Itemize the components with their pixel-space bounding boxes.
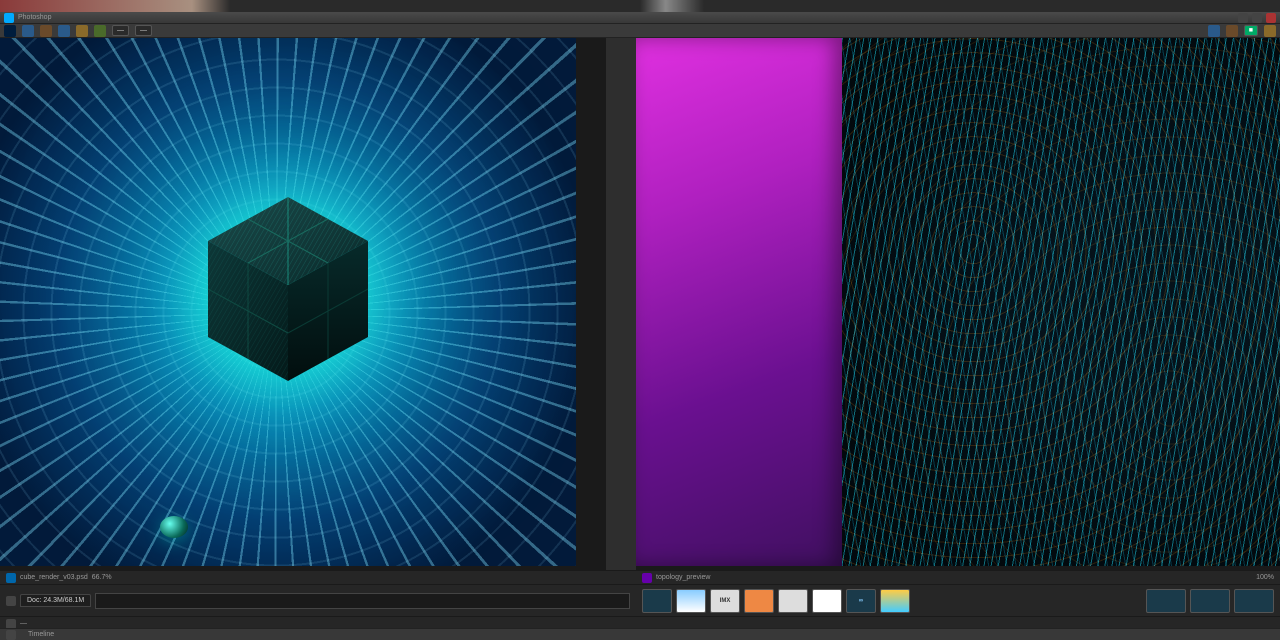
toolbar-icon-3[interactable] (58, 25, 70, 37)
title-bar[interactable]: Photoshop (0, 12, 1280, 24)
thumb-2[interactable] (676, 589, 706, 613)
thumb-7[interactable]: ∞ (846, 589, 876, 613)
right-canvas[interactable] (636, 38, 1280, 566)
right-zoom-label[interactable]: 100% (1256, 574, 1274, 581)
thumb-5[interactable] (778, 589, 808, 613)
contour-lines (842, 38, 1280, 566)
app-title-left: Photoshop (18, 14, 51, 21)
window-minimize-icon[interactable] (1238, 13, 1248, 23)
doc-icon (6, 573, 16, 583)
left-canvas[interactable] (0, 38, 576, 566)
left-footer-text: — (20, 620, 27, 627)
footer-icon-1[interactable] (6, 619, 16, 629)
left-zoom-label[interactable]: 66.7% (92, 574, 112, 581)
left-timeline-track[interactable] (95, 593, 630, 609)
contour-map-art (842, 38, 1280, 566)
window-close-icon[interactable] (1266, 13, 1276, 23)
cube-graphic (198, 191, 378, 391)
play-icon[interactable] (6, 596, 16, 606)
toolbar-right-icon-2[interactable] (1226, 25, 1238, 37)
left-doc-status[interactable]: Doc: 24.3M/68.1M (20, 594, 91, 607)
thumb-3[interactable]: IMX (710, 589, 740, 613)
window-maximize-icon[interactable] (1252, 13, 1262, 23)
thumb-right-3[interactable] (1234, 589, 1274, 613)
toolbar-field-2[interactable]: — (135, 25, 152, 36)
left-tab-row: cube_render_v03.psd 66.7% (0, 570, 636, 584)
toolbar-right-icon-3[interactable] (1264, 25, 1276, 37)
toolbar-field-1[interactable]: — (112, 25, 129, 36)
footer-start-icon[interactable] (6, 630, 16, 640)
doc-icon-right (642, 573, 652, 583)
thumb-right-1[interactable] (1146, 589, 1186, 613)
toolbar-icon-1[interactable] (22, 25, 34, 37)
left-tab-label[interactable]: cube_render_v03.psd (20, 574, 88, 581)
app-icon (4, 13, 14, 23)
right-tab-row: topology_preview 100% (636, 570, 1280, 584)
toolbar-right-icon-1[interactable] (1208, 25, 1220, 37)
left-document-pane (0, 38, 636, 620)
toolbar-icon-4[interactable] (76, 25, 88, 37)
sphere-graphic (160, 516, 188, 538)
right-document-pane (636, 38, 1280, 620)
right-tab-label[interactable]: topology_preview (656, 574, 710, 581)
thumb-1[interactable] (642, 589, 672, 613)
footer-text[interactable]: Timeline (28, 631, 54, 638)
thumb-4[interactable] (744, 589, 774, 613)
thumb-6[interactable] (812, 589, 842, 613)
thumb-right-2[interactable] (1190, 589, 1230, 613)
window-top-blur (0, 0, 1280, 12)
magenta-gradient-art (636, 38, 842, 566)
app-footer: Timeline (0, 628, 1280, 640)
thumb-8[interactable] (880, 589, 910, 613)
workspace (0, 38, 1280, 620)
tool-options-bar: — — ■ (0, 24, 1280, 38)
toolbar-badge[interactable]: ■ (1244, 25, 1258, 36)
toolbar-icon-2[interactable] (40, 25, 52, 37)
toolbar-icon-5[interactable] (94, 25, 106, 37)
ps-logo-icon[interactable] (4, 25, 16, 37)
left-timeline-row: Doc: 24.3M/68.1M (0, 584, 636, 616)
right-thumb-strip: IMX ∞ (636, 584, 1280, 616)
